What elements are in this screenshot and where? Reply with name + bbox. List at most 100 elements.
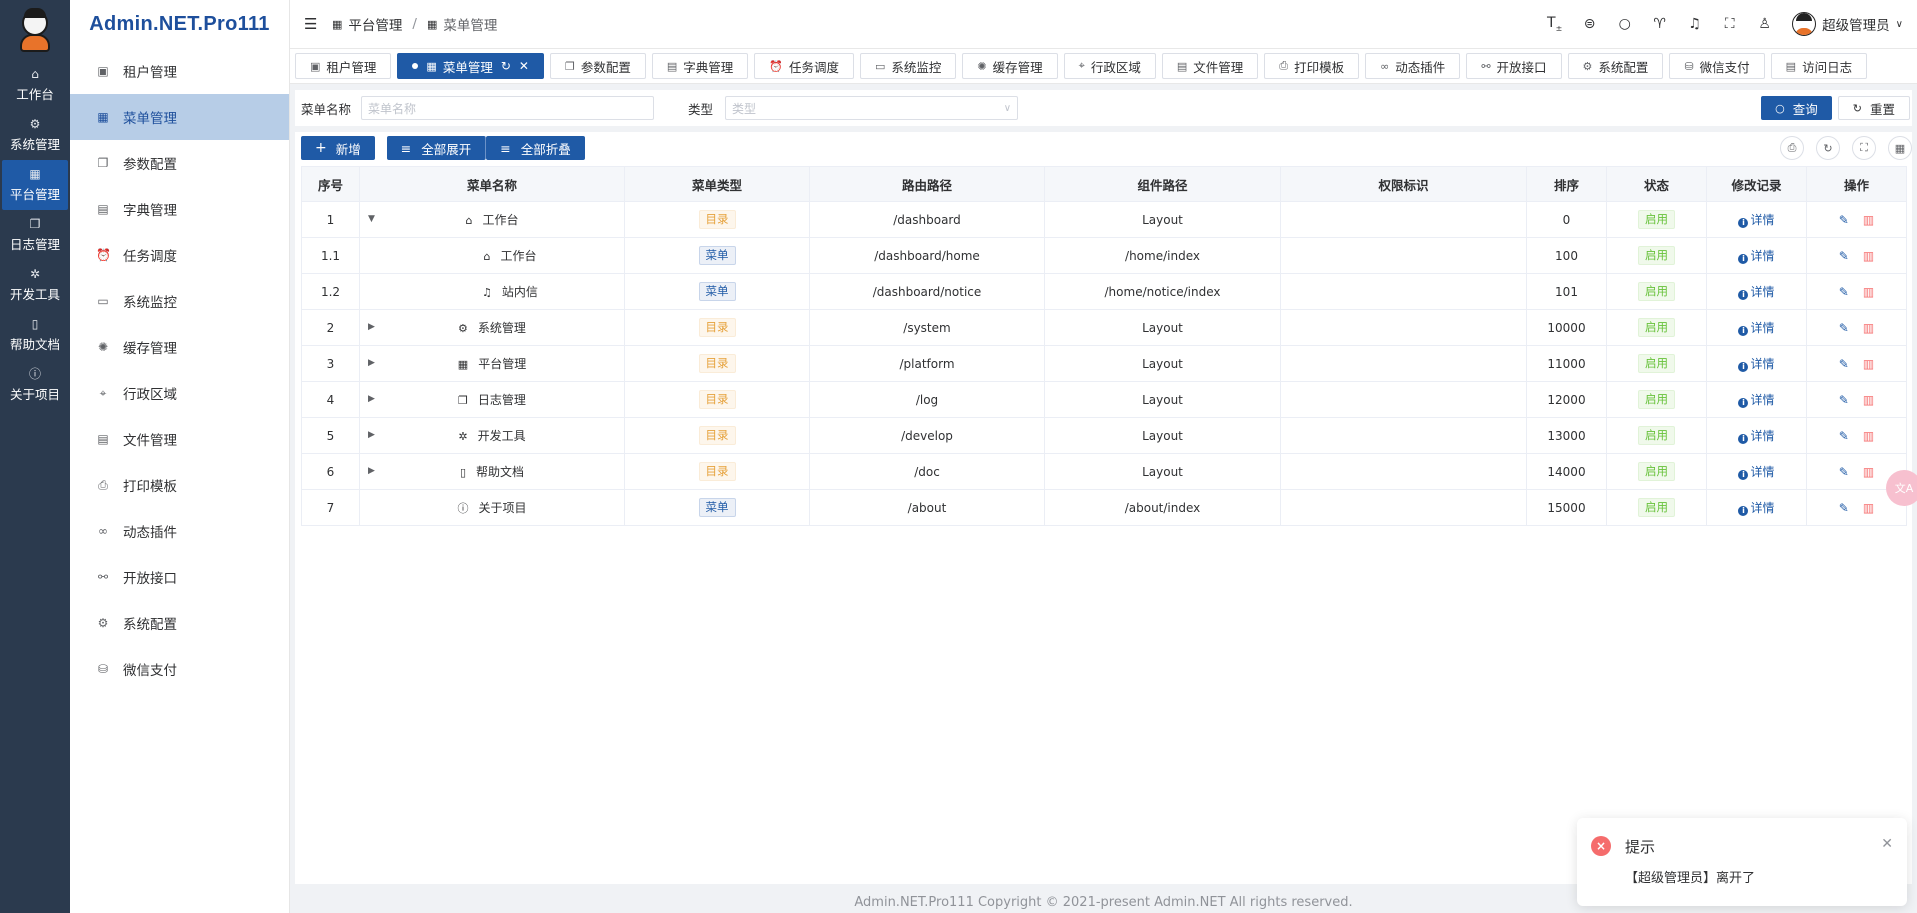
delete-icon[interactable]: ▥ xyxy=(1863,321,1874,335)
sidebar-item[interactable]: ▤ 文件管理 xyxy=(70,416,289,462)
edit-icon[interactable]: ✎ xyxy=(1839,249,1849,263)
detail-link[interactable]: i 详情 xyxy=(1738,393,1775,408)
edit-icon[interactable]: ✎ xyxy=(1839,465,1849,479)
detail-link[interactable]: i 详情 xyxy=(1738,465,1775,480)
table-row[interactable]: 1.1 ⌂ 工作台 菜单/dashboard/home/home/index 100 启用… xyxy=(301,237,1907,274)
detail-link[interactable]: i 详情 xyxy=(1738,429,1775,444)
sidebar-item[interactable]: ▭ 系统监控 xyxy=(70,278,289,324)
sidebar-item[interactable]: ⎙ 打印模板 xyxy=(70,462,289,508)
translate-icon[interactable]: 文A xyxy=(1886,470,1917,506)
detail-link[interactable]: i 详情 xyxy=(1738,249,1775,264)
detail-link[interactable]: i 详情 xyxy=(1738,357,1775,372)
table-row[interactable]: 1 ▼ ⌂ 工作台 目录/dashboard Layout 0 启用 i 详情 ✎ ▥ xyxy=(301,201,1907,238)
detail-link[interactable]: i 详情 xyxy=(1738,501,1775,516)
rail-item[interactable]: ⌂ 工作台 xyxy=(0,60,70,110)
tab[interactable]: ⌖ 行政区域 xyxy=(1063,53,1156,79)
detail-link[interactable]: i 详情 xyxy=(1738,321,1775,336)
query-button[interactable]: ○ 查询 xyxy=(1761,96,1832,120)
tab[interactable]: ∞ 动态插件 xyxy=(1365,53,1461,79)
chevron-down-icon[interactable]: ∨ xyxy=(1896,19,1903,30)
edit-icon[interactable]: ✎ xyxy=(1839,357,1849,371)
sidebar-item[interactable]: ⌖ 行政区域 xyxy=(70,370,289,416)
sidebar-item[interactable]: ▣ 租户管理 xyxy=(70,48,289,94)
edit-icon[interactable]: ✎ xyxy=(1839,393,1849,407)
caret-right-icon[interactable]: ▶ xyxy=(368,358,375,368)
delete-icon[interactable]: ▥ xyxy=(1863,393,1874,407)
table-row[interactable]: 3 ▶ ▦ 平台管理 目录/platform Layout 11000 启用 i 详情 ✎ ▥ xyxy=(301,345,1907,382)
delete-icon[interactable]: ▥ xyxy=(1863,357,1874,371)
refresh-icon[interactable]: ↻ xyxy=(1816,136,1840,160)
edit-icon[interactable]: ✎ xyxy=(1839,429,1849,443)
tab[interactable]: ⏰ 任务调度 xyxy=(754,53,854,79)
delete-icon[interactable]: ▥ xyxy=(1863,429,1874,443)
tab[interactable]: ▣ 租户管理 xyxy=(295,53,392,79)
skin-icon[interactable]: ♈ xyxy=(1642,16,1677,32)
table-row[interactable]: 7 ⓘ 关于项目 菜单/about/about/index 15000 启用 i 详情 ✎ ▥ xyxy=(301,489,1907,526)
table-row[interactable]: 1.2 ♫ 站内信 菜单/dashboard/notice/home/notice/i… xyxy=(301,273,1907,310)
sidebar-item[interactable]: ▦ 菜单管理 xyxy=(70,94,289,140)
print-icon[interactable]: ⎙ xyxy=(1780,136,1804,160)
sidebar-item[interactable]: ⚙ 系统配置 xyxy=(70,600,289,646)
tab[interactable]: ⚯ 开放接口 xyxy=(1466,53,1562,79)
tab[interactable]: ▤ 访问日志 xyxy=(1770,53,1868,79)
table-row[interactable]: 5 ▶ ✲ 开发工具 目录/develop Layout 13000 启用 i 详情 ✎ ▥ xyxy=(301,417,1907,454)
rail-item[interactable]: ❐ 日志管理 xyxy=(0,210,70,260)
type-select[interactable]: 类型 ∨ xyxy=(725,96,1019,120)
menu-name-input[interactable]: 菜单名称 xyxy=(361,96,655,120)
delete-icon[interactable]: ▥ xyxy=(1863,501,1874,515)
tab[interactable]: ▤ 字典管理 xyxy=(651,53,749,79)
breadcrumb-item[interactable]: 平台管理 xyxy=(348,14,402,34)
sidebar-item[interactable]: ∞ 动态插件 xyxy=(70,508,289,554)
font-size-icon[interactable]: T± xyxy=(1537,15,1572,33)
tab[interactable]: ▦ 菜单管理 ↻ ✕ xyxy=(397,53,544,79)
edit-icon[interactable]: ✎ xyxy=(1839,285,1849,299)
menu-fold-icon[interactable]: ☰ xyxy=(304,15,320,33)
bell-icon[interactable]: ♫ xyxy=(1677,16,1712,32)
delete-icon[interactable]: ▥ xyxy=(1863,285,1874,299)
delete-icon[interactable]: ▥ xyxy=(1863,465,1874,479)
table-row[interactable]: 6 ▶ ▯ 帮助文档 目录/doc Layout 14000 启用 i 详情 ✎ ▥ xyxy=(301,453,1907,490)
sidebar-item[interactable]: ✺ 缓存管理 xyxy=(70,324,289,370)
caret-right-icon[interactable]: ▶ xyxy=(368,322,375,332)
detail-link[interactable]: i 详情 xyxy=(1738,285,1775,300)
rail-item[interactable]: ⓘ 关于项目 xyxy=(0,360,70,410)
sidebar-item[interactable]: ▤ 字典管理 xyxy=(70,186,289,232)
tab[interactable]: ✺ 缓存管理 xyxy=(962,53,1058,79)
caret-down-icon[interactable]: ▼ xyxy=(368,214,375,224)
tab[interactable]: ⚙ 系统配置 xyxy=(1567,53,1664,79)
sidebar-item[interactable]: ⛁ 微信支付 xyxy=(70,646,289,692)
avatar[interactable] xyxy=(1792,12,1817,36)
delete-icon[interactable]: ▥ xyxy=(1863,213,1874,227)
sidebar-item[interactable]: ❐ 参数配置 xyxy=(70,140,289,186)
tab[interactable]: ⎙ 打印模板 xyxy=(1264,53,1360,79)
language-icon[interactable]: ⊜ xyxy=(1572,16,1607,32)
sidebar-item[interactable]: ⏰ 任务调度 xyxy=(70,232,289,278)
tab[interactable]: ▭ 系统监控 xyxy=(860,53,957,79)
tab[interactable]: ▤ 文件管理 xyxy=(1161,53,1259,79)
collapse-all-button[interactable]: ≡ 全部折叠 xyxy=(486,136,585,160)
close-icon[interactable]: ✕ xyxy=(519,59,529,73)
rail-item[interactable]: ⚙ 系统管理 xyxy=(0,110,70,160)
rail-item[interactable]: ▦ 平台管理 xyxy=(2,160,68,210)
expand-all-button[interactable]: ≡ 全部展开 xyxy=(386,136,487,160)
fullscreen-icon[interactable]: ⛶ xyxy=(1712,16,1747,32)
rail-item[interactable]: ✲ 开发工具 xyxy=(0,260,70,310)
edit-icon[interactable]: ✎ xyxy=(1839,321,1849,335)
caret-right-icon[interactable]: ▶ xyxy=(368,466,375,476)
table-row[interactable]: 2 ▶ ⚙ 系统管理 目录/system Layout 10000 启用 i 详情 ✎ ▥ xyxy=(301,309,1907,346)
caret-right-icon[interactable]: ▶ xyxy=(368,430,375,440)
sidebar-item[interactable]: ⚯ 开放接口 xyxy=(70,554,289,600)
add-button[interactable]: + 新增 xyxy=(301,136,375,160)
reset-button[interactable]: ↻ 重置 xyxy=(1837,96,1910,120)
column-setting-icon[interactable]: ▦ xyxy=(1888,136,1912,160)
delete-icon[interactable]: ▥ xyxy=(1863,249,1874,263)
close-icon[interactable]: ✕ xyxy=(1881,836,1893,852)
rail-item[interactable]: ▯ 帮助文档 xyxy=(0,310,70,360)
refresh-icon[interactable]: ↻ xyxy=(501,59,511,73)
user-name[interactable]: 超级管理员 xyxy=(1822,14,1890,34)
search-icon[interactable]: ○ xyxy=(1607,16,1642,32)
detail-link[interactable]: i 详情 xyxy=(1738,213,1775,228)
fullscreen-icon[interactable]: ⛶ xyxy=(1852,136,1876,160)
tab[interactable]: ⛁ 微信支付 xyxy=(1669,53,1765,79)
edit-icon[interactable]: ✎ xyxy=(1839,501,1849,515)
